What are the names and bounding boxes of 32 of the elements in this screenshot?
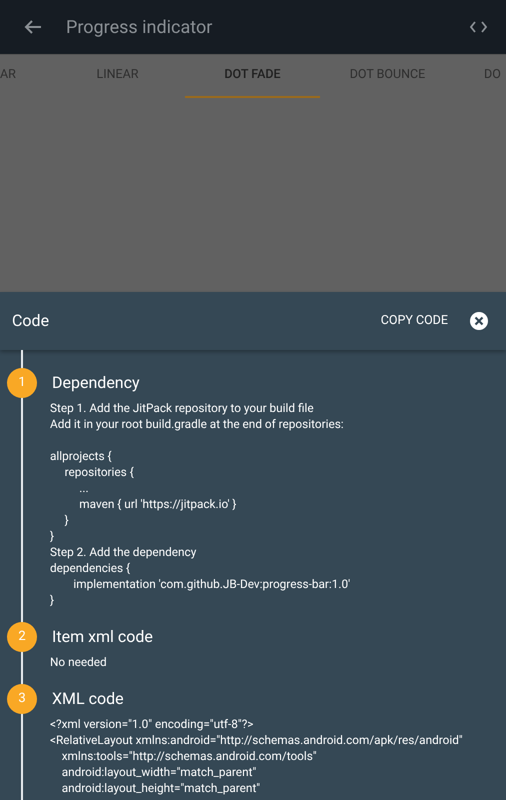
close-icon — [470, 312, 488, 330]
code-line: allprojects { — [50, 448, 113, 464]
step-number: 2 — [7, 622, 37, 652]
code-line: No needed — [50, 654, 108, 670]
code-line: } — [50, 528, 55, 544]
code-line: <RelativeLayout xmlns:android="http://schemas.android.com/apk/res/android" — [50, 732, 464, 748]
code-line: dependencies { — [50, 560, 132, 576]
code-line: android:layout_height="match_parent" — [60, 780, 262, 796]
step-number: 3 — [7, 684, 37, 714]
code-line: Add it in your root build.gradle at the end of repositories: — [50, 416, 345, 432]
step-title: XML code — [52, 688, 124, 710]
code-line: xmlns:tools="http://schemas.android.com/tools" — [60, 748, 318, 764]
code-icon — [470, 21, 486, 33]
copy-code-button[interactable]: COPY CODE — [380, 312, 448, 330]
sheet-title: Code — [12, 310, 50, 332]
step-title: Dependency — [52, 372, 140, 394]
code-line: repositories { — [64, 464, 135, 480]
tab[interactable]: DOT FADE — [185, 55, 320, 98]
code-line: implementation 'com.github.JB-Dev:progress-bar:1.0' — [72, 576, 352, 592]
close-button[interactable] — [470, 312, 488, 330]
code-line: maven { url 'https://jitpack.io' } — [78, 496, 238, 512]
code-line: android:layout_width="match_parent" — [60, 764, 258, 780]
screen-title: Progress indicator — [66, 16, 212, 40]
step-number: 1 — [7, 368, 37, 398]
code-line: Step 2. Add the dependency — [50, 544, 198, 560]
code-line: Step 1. Add the JitPack repository to your build file — [50, 400, 315, 416]
step-title: Item xml code — [52, 626, 153, 648]
back-arrow-icon — [24, 19, 42, 35]
code-line: } — [64, 512, 70, 528]
code-line: <?xml version="1.0" encoding="utf-8"?> — [50, 716, 254, 732]
code-line: ... — [78, 480, 90, 496]
code-line: } — [50, 592, 55, 608]
